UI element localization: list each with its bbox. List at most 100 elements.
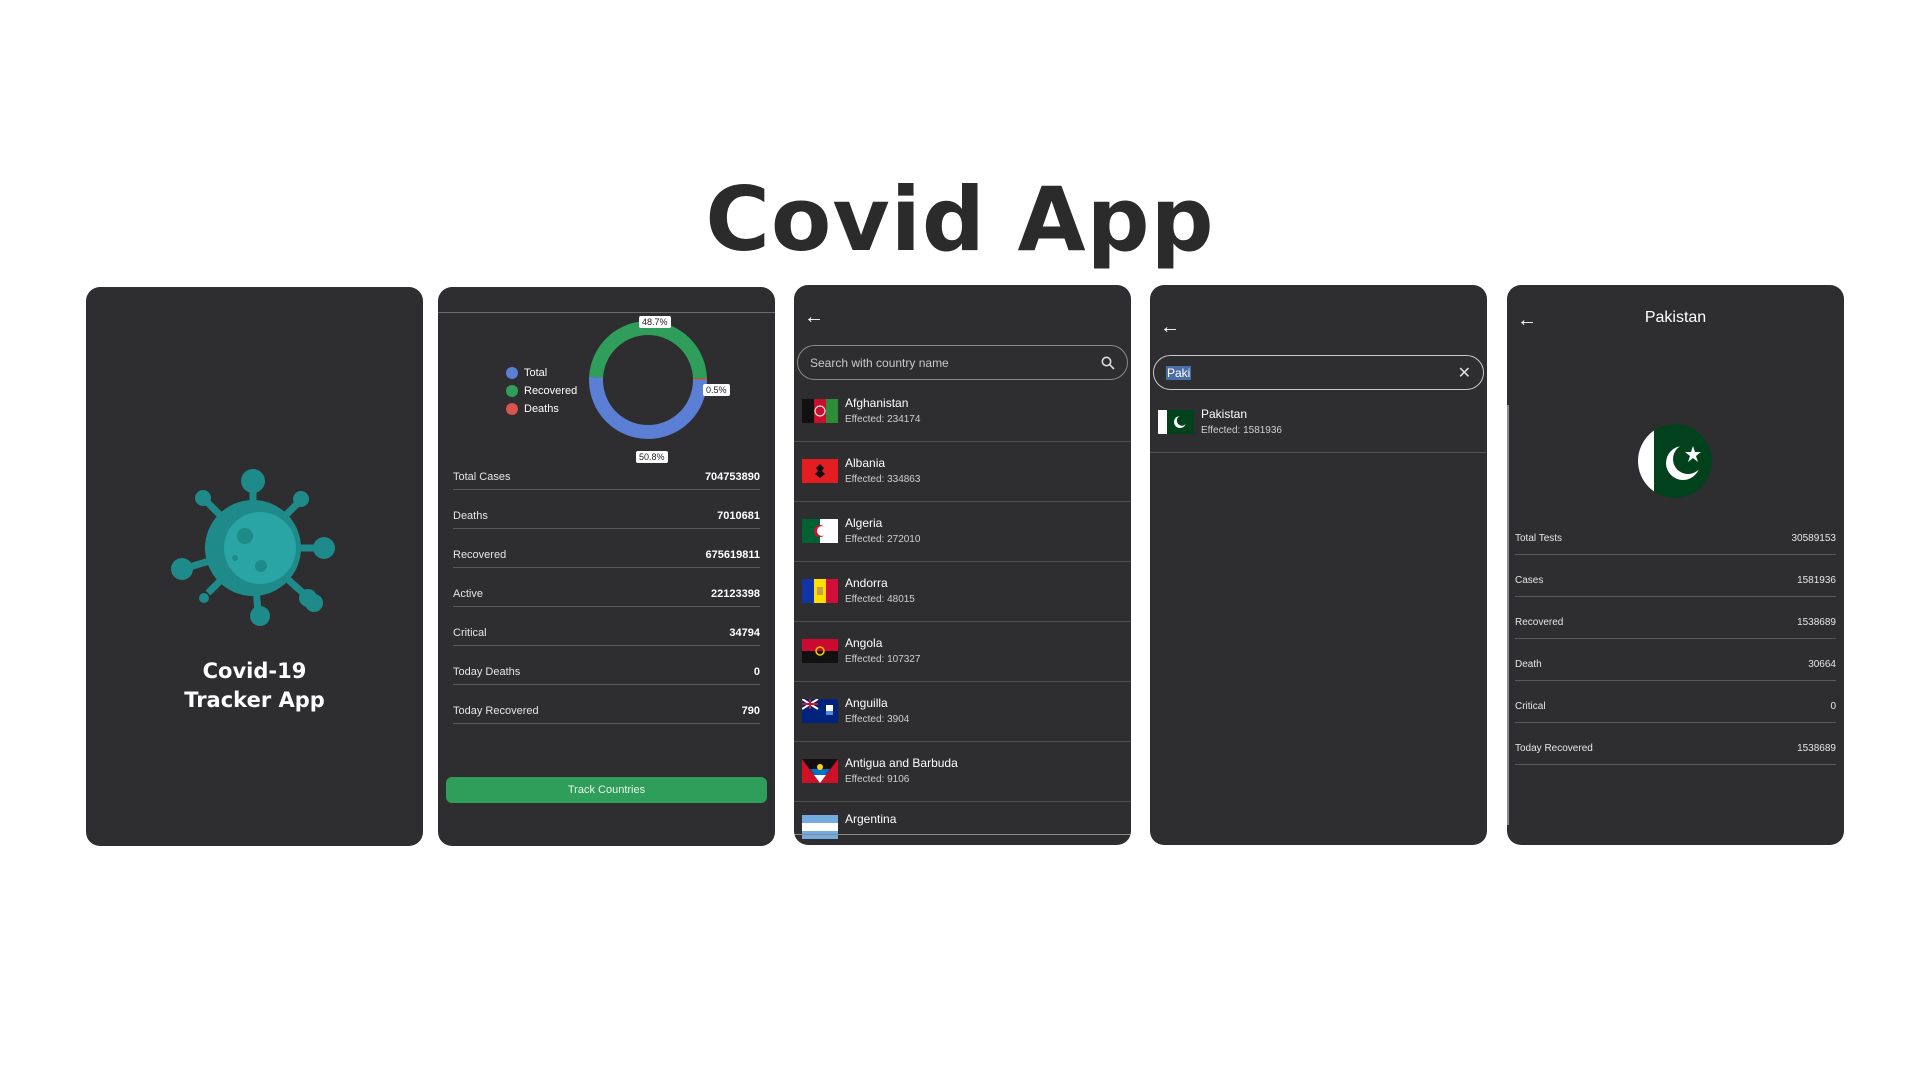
argentina-flag-icon <box>802 815 838 839</box>
world-stats-screen: Total Recovered Deaths 48.7% 0.5% 50.8% … <box>438 287 775 846</box>
search-result-screen: ← Paki ✕ Pakistan Effected: 1581936 <box>1150 285 1487 845</box>
stat-row-today-recovered: Today Recovered 790 <box>453 686 760 724</box>
country-name: Antigua and Barbuda <box>845 756 958 770</box>
country-effected: Effected: 9106 <box>845 774 910 785</box>
stat-label: Recovered <box>453 549 507 561</box>
detail-label: Cases <box>1515 575 1544 586</box>
stat-row-total-cases: Total Cases 704753890 <box>453 452 760 490</box>
albania-flag-icon <box>802 459 838 483</box>
stat-value: 22123398 <box>711 588 760 600</box>
splash-title-line2: Tracker App <box>184 688 325 712</box>
legend-swatch <box>506 385 518 397</box>
detail-row-total-tests: Total Tests 30589153 <box>1515 515 1836 555</box>
stat-value: 790 <box>741 705 760 717</box>
country-row-argentina[interactable]: Argentina <box>794 802 1131 845</box>
country-effected: Effected: 3904 <box>845 714 910 725</box>
pct-label-deaths: 0.5% <box>703 384 730 396</box>
stat-row-deaths: Deaths 7010681 <box>453 491 760 529</box>
detail-label: Death <box>1515 659 1542 670</box>
detail-label: Today Recovered <box>1515 743 1593 754</box>
detail-value: 30589153 <box>1791 533 1837 544</box>
legend-label: Deaths <box>524 403 559 415</box>
divider <box>794 834 1131 835</box>
legend-swatch <box>506 367 518 379</box>
stat-row-critical: Critical 34794 <box>453 608 760 646</box>
stat-value: 704753890 <box>704 471 760 483</box>
detail-value: 1581936 <box>1797 575 1836 586</box>
back-arrow-icon[interactable]: ← <box>1160 317 1180 337</box>
stat-label: Active <box>453 588 483 600</box>
stat-label: Today Recovered <box>453 705 539 717</box>
country-effected: Effected: 1581936 <box>1201 425 1282 436</box>
search-input[interactable] <box>810 355 1101 370</box>
country-row-albania[interactable]: Albania Effected: 334863 <box>794 442 1131 502</box>
country-effected: Effected: 234174 <box>845 414 921 425</box>
country-effected: Effected: 272010 <box>845 534 921 545</box>
country-effected: Effected: 334863 <box>845 474 921 485</box>
country-name: Albania <box>845 456 886 470</box>
detail-row-death: Death 30664 <box>1515 641 1836 681</box>
back-arrow-icon[interactable]: ← <box>804 307 824 327</box>
stat-row-active: Active 22123398 <box>453 569 760 607</box>
legend-label: Total <box>524 367 548 379</box>
country-name: Pakistan <box>1201 407 1248 421</box>
detail-value: 1538689 <box>1797 617 1836 628</box>
detail-value: 30664 <box>1808 659 1836 670</box>
detail-value: 0 <box>1830 701 1836 712</box>
country-name: Algeria <box>845 516 883 530</box>
country-name: Argentina <box>845 812 897 826</box>
pakistan-flag-icon <box>1158 410 1194 434</box>
country-effected: Effected: 48015 <box>845 594 915 605</box>
stat-value: 34794 <box>729 627 760 639</box>
country-name: Andorra <box>845 576 888 590</box>
legend-item-deaths: Deaths <box>506 400 577 418</box>
country-name: Angola <box>845 636 883 650</box>
anguilla-flag-icon <box>802 699 838 723</box>
country-row-pakistan[interactable]: Pakistan Effected: 1581936 <box>1150 393 1487 453</box>
splash-screen: Covid-19 Tracker App <box>86 287 423 846</box>
splash-title: Covid-19 Tracker App <box>86 657 423 715</box>
stat-value: 0 <box>753 666 760 678</box>
antigua-and-barbuda-flag-icon <box>802 759 838 783</box>
detail-label: Critical <box>1515 701 1546 712</box>
pakistan-flag-icon <box>1638 424 1712 498</box>
detail-row-today-recovered: Today Recovered 1538689 <box>1515 725 1836 765</box>
stat-value: 675619811 <box>705 549 760 561</box>
stat-row-today-deaths: Today Deaths 0 <box>453 647 760 685</box>
stat-label: Today Deaths <box>453 666 521 678</box>
country-row-afghanistan[interactable]: Afghanistan Effected: 234174 <box>794 382 1131 442</box>
afghanistan-flag-icon <box>802 399 838 423</box>
detail-value: 1538689 <box>1797 743 1836 754</box>
country-detail-screen: ← Pakistan Total Tests 30589153 Cases 15… <box>1507 285 1844 845</box>
search-field[interactable]: Paki ✕ <box>1153 355 1484 390</box>
countries-list-screen: ← Afghanistan Effected: 234174 Albania E… <box>794 285 1131 845</box>
country-row-anguilla[interactable]: Anguilla Effected: 3904 <box>794 682 1131 742</box>
chart-legend: Total Recovered Deaths <box>506 364 577 418</box>
country-name: Anguilla <box>845 696 888 710</box>
search-field[interactable] <box>797 345 1128 380</box>
virus-icon <box>171 469 335 626</box>
pct-label-recovered: 48.7% <box>639 316 671 328</box>
legend-swatch <box>506 403 518 415</box>
country-name: Afghanistan <box>845 396 909 410</box>
search-input[interactable]: Paki <box>1166 365 1192 380</box>
legend-item-total: Total <box>506 364 577 382</box>
divider <box>1507 405 1509 825</box>
algeria-flag-icon <box>802 519 838 543</box>
country-row-algeria[interactable]: Algeria Effected: 272010 <box>794 502 1131 562</box>
search-icon[interactable] <box>1101 356 1115 370</box>
divider <box>438 312 775 313</box>
track-countries-button[interactable]: Track Countries <box>446 777 767 803</box>
country-row-angola[interactable]: Angola Effected: 107327 <box>794 622 1131 682</box>
detail-row-cases: Cases 1581936 <box>1515 557 1836 597</box>
country-effected: Effected: 107327 <box>845 654 921 665</box>
splash-title-line1: Covid-19 <box>202 659 307 683</box>
country-row-antigua-and-barbuda[interactable]: Antigua and Barbuda Effected: 9106 <box>794 742 1131 802</box>
donut-chart <box>589 321 707 439</box>
detail-label: Recovered <box>1515 617 1564 628</box>
legend-item-recovered: Recovered <box>506 382 577 400</box>
country-row-andorra[interactable]: Andorra Effected: 48015 <box>794 562 1131 622</box>
stat-label: Total Cases <box>453 471 511 483</box>
detail-title: Pakistan <box>1644 309 1707 326</box>
clear-icon[interactable]: ✕ <box>1458 363 1471 383</box>
